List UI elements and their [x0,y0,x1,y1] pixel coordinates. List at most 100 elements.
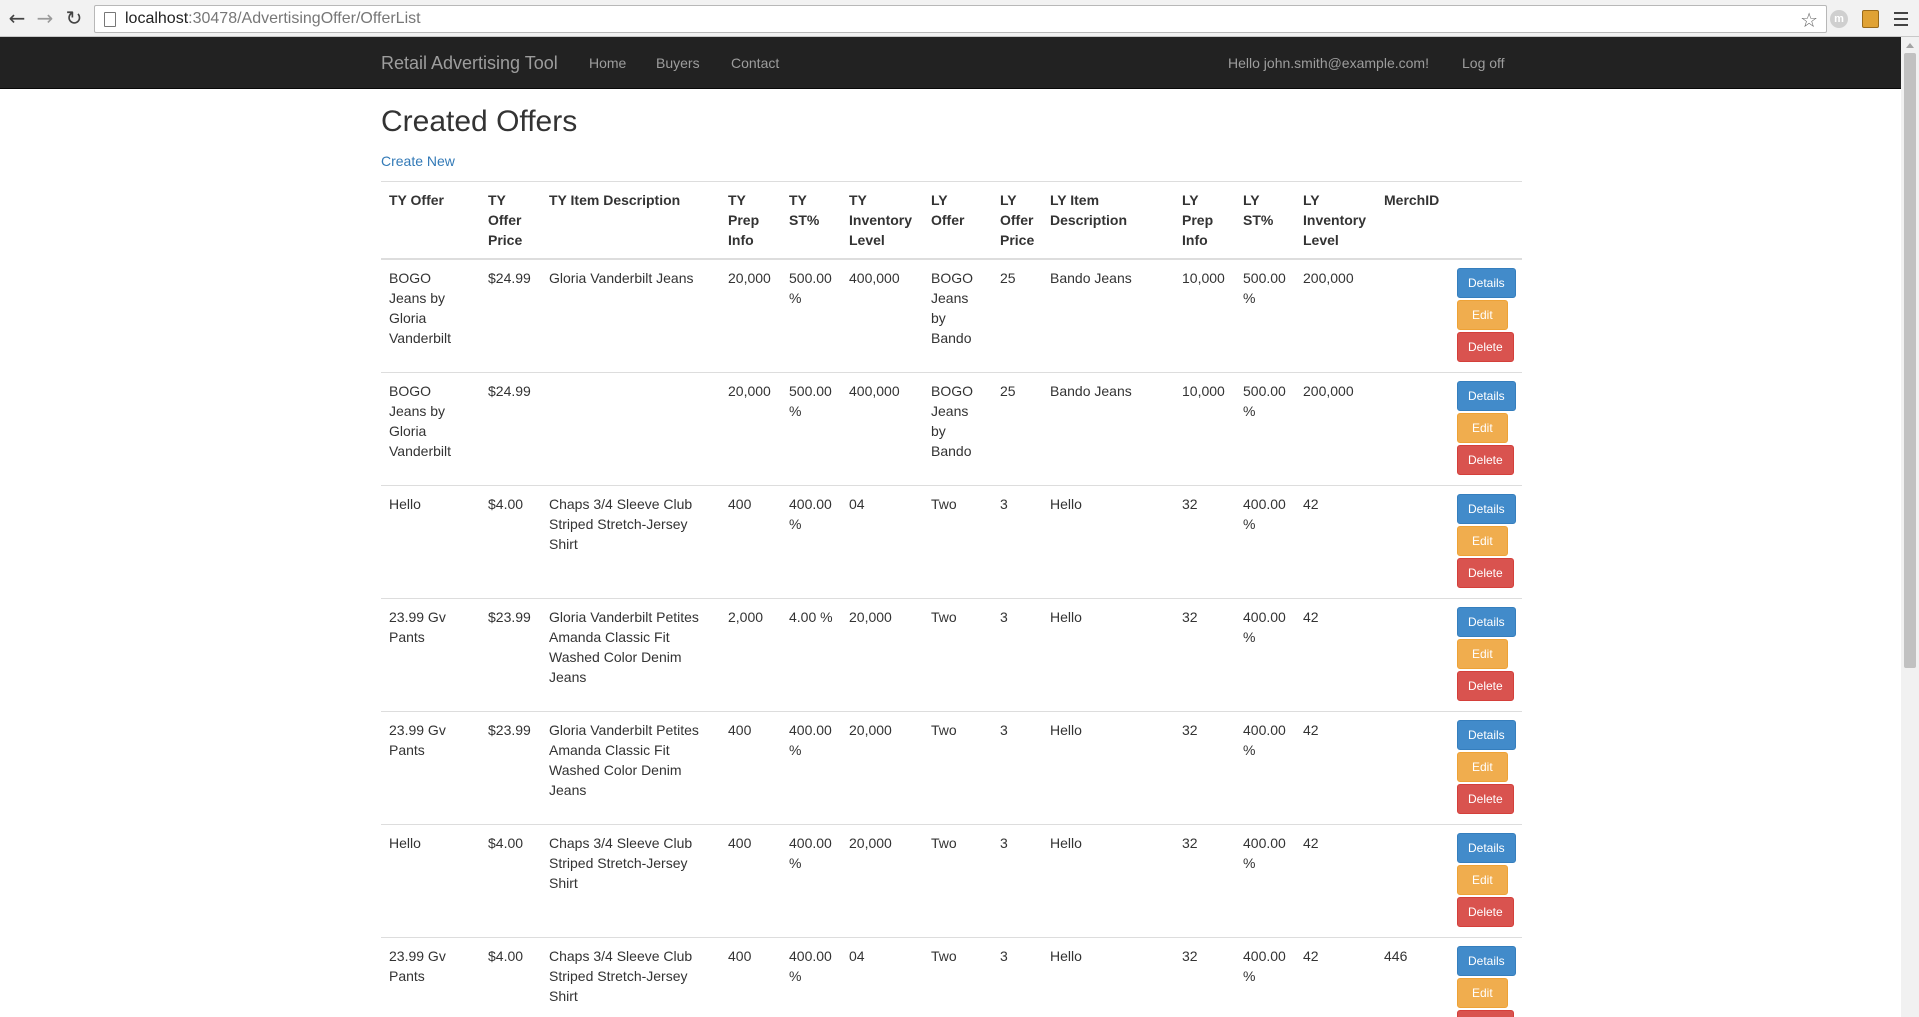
logoff-link[interactable]: Log off [1462,55,1505,71]
table-cell: Hello [1042,485,1174,599]
table-cell: 3 [992,598,1042,712]
edit-button[interactable]: Edit [1457,865,1508,895]
brand-link[interactable]: Retail Advertising Tool [381,53,558,74]
url-path: :30478/AdvertisingOffer/OfferList [188,10,421,27]
create-new-link[interactable]: Create New [381,153,455,169]
table-cell [1376,372,1449,486]
edit-button[interactable]: Edit [1457,300,1508,330]
table-cell [1376,711,1449,825]
table-row: BOGO Jeans by Gloria Vanderbilt $24.99 Glo… [381,258,1522,373]
details-button[interactable]: Details [1457,720,1516,750]
table-cell: 20,000 [841,824,923,938]
table-cell: 32 [1174,598,1235,712]
forward-arrow-icon[interactable]: → [32,5,58,31]
table-row: Hello $4.00 Chaps 3/4 Sleeve Club Striped … [381,824,1522,938]
table-cell: 3 [992,711,1042,825]
table-cell: 32 [1174,824,1235,938]
scrollbar-thumb[interactable] [1904,53,1916,668]
column-header: LY Offer [923,181,992,260]
row-actions: DetailsEditDelete [1449,485,1522,599]
edit-button[interactable]: Edit [1457,413,1508,443]
table-body: BOGO Jeans by Gloria Vanderbilt $24.99 Glo… [381,258,1522,1017]
details-button[interactable]: Details [1457,946,1516,976]
table-cell: 42 [1295,711,1376,825]
table-cell: 500.00 % [781,372,841,486]
table-cell: Gloria Vanderbilt Petites Amanda Classic… [541,711,720,825]
column-header: TY Inventory Level [841,181,923,260]
table-cell: 400 [720,937,781,1017]
edit-button[interactable]: Edit [1457,752,1508,782]
table-cell: 3 [992,485,1042,599]
table-cell: Two [923,711,992,825]
column-header: LY ST% [1235,181,1295,260]
table-cell: 42 [1295,485,1376,599]
table-cell: Chaps 3/4 Sleeve Club Striped Stretch-Je… [541,485,720,599]
delete-button[interactable]: Delete [1457,671,1514,701]
table-cell: Two [923,824,992,938]
details-button[interactable]: Details [1457,268,1516,298]
column-header: TY Offer Price [480,181,541,260]
table-cell: 20,000 [720,372,781,486]
table-cell: 200,000 [1295,372,1376,486]
table-cell: $23.99 [480,598,541,712]
table-cell: 200,000 [1295,258,1376,373]
bookmark-star-icon[interactable]: ☆ [1800,8,1818,32]
table-cell: 3 [992,824,1042,938]
table-cell: Gloria Vanderbilt Petites Amanda Classic… [541,598,720,712]
table-cell: 500.00 % [1235,258,1295,373]
table-cell: 446 [1376,937,1449,1017]
table-cell: Hello [1042,711,1174,825]
delete-button[interactable]: Delete [1457,445,1514,475]
offers-table: TY Offer TY Offer Price TY Item Descriptio… [381,181,1522,1017]
delete-button[interactable]: Delete [1457,784,1514,814]
table-cell [1376,485,1449,599]
table-cell: 4.00 % [781,598,841,712]
table-cell: 10,000 [1174,258,1235,373]
nav-contact[interactable]: Contact [731,55,779,71]
table-cell: 20,000 [720,258,781,373]
table-cell: 25 [992,258,1042,373]
table-cell [541,372,720,486]
column-header: TY ST% [781,181,841,260]
delete-button[interactable]: Delete [1457,332,1514,362]
details-button[interactable]: Details [1457,494,1516,524]
column-header: LY Offer Price [992,181,1042,260]
table-cell: Two [923,937,992,1017]
table-cell: $24.99 [480,372,541,486]
table-cell: Hello [381,485,480,599]
top-navbar: Retail Advertising Tool Home Buyers Cont… [0,37,1901,89]
row-actions: DetailsEditDelete [1449,372,1522,486]
menu-hamburger-icon[interactable] [1894,12,1908,30]
row-actions: DetailsEditDelete [1449,824,1522,938]
nav-buyers[interactable]: Buyers [656,55,700,71]
table-cell: $24.99 [480,258,541,373]
user-greeting[interactable]: Hello john.smith@example.com! [1228,55,1429,71]
edit-button[interactable]: Edit [1457,639,1508,669]
table-cell: 32 [1174,711,1235,825]
details-button[interactable]: Details [1457,381,1516,411]
extension-m-icon[interactable]: m [1830,10,1848,28]
delete-button[interactable]: Delete [1457,558,1514,588]
vertical-scrollbar[interactable] [1901,37,1919,1017]
edit-button[interactable]: Edit [1457,526,1508,556]
details-button[interactable]: Details [1457,607,1516,637]
back-arrow-icon[interactable]: ← [4,5,30,31]
scroll-up-arrow-icon[interactable] [1906,43,1914,48]
details-button[interactable]: Details [1457,833,1516,863]
table-row: Hello $4.00 Chaps 3/4 Sleeve Club Striped … [381,485,1522,599]
delete-button[interactable]: Delete [1457,897,1514,927]
table-cell: 42 [1295,598,1376,712]
table-cell: 400.00 % [781,711,841,825]
nav-home[interactable]: Home [589,55,626,71]
table-cell: 400.00 % [781,824,841,938]
delete-button[interactable]: Delete [1457,1010,1514,1017]
table-cell: 23.99 Gv Pants [381,598,480,712]
table-cell: Bando Jeans [1042,258,1174,373]
row-actions: DetailsEditDelete [1449,711,1522,825]
table-cell: 400,000 [841,372,923,486]
reload-icon[interactable]: ↻ [61,5,87,31]
table-cell: 04 [841,937,923,1017]
address-bar[interactable]: localhost:30478/AdvertisingOffer/OfferLi… [94,5,1827,33]
extension-box-icon[interactable] [1862,10,1879,28]
edit-button[interactable]: Edit [1457,978,1508,1008]
